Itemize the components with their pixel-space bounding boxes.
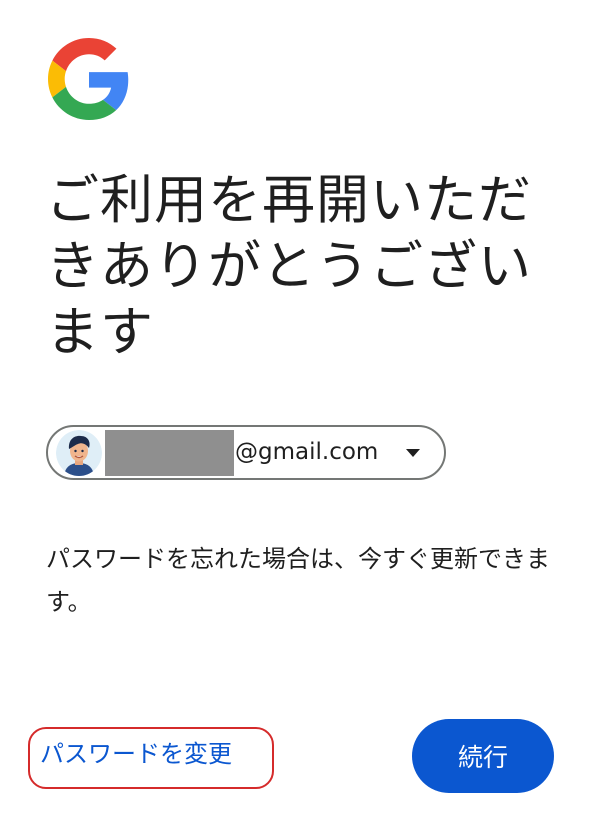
page-title: ご利用を再開いただきありがとうございます xyxy=(46,170,532,363)
continue-button[interactable]: 続行 xyxy=(412,719,554,793)
user-avatar-icon xyxy=(56,430,102,476)
email-domain-text: @gmail.com xyxy=(235,439,379,465)
redacted-email-username xyxy=(105,430,234,476)
caret-down-icon xyxy=(406,449,420,457)
change-password-link[interactable]: パスワードを変更 xyxy=(40,726,232,782)
account-chip[interactable]: @gmail.com xyxy=(46,425,446,480)
password-reset-message: パスワードを忘れた場合は、今すぐ更新できます。 xyxy=(46,545,550,616)
google-logo-icon xyxy=(48,38,129,120)
